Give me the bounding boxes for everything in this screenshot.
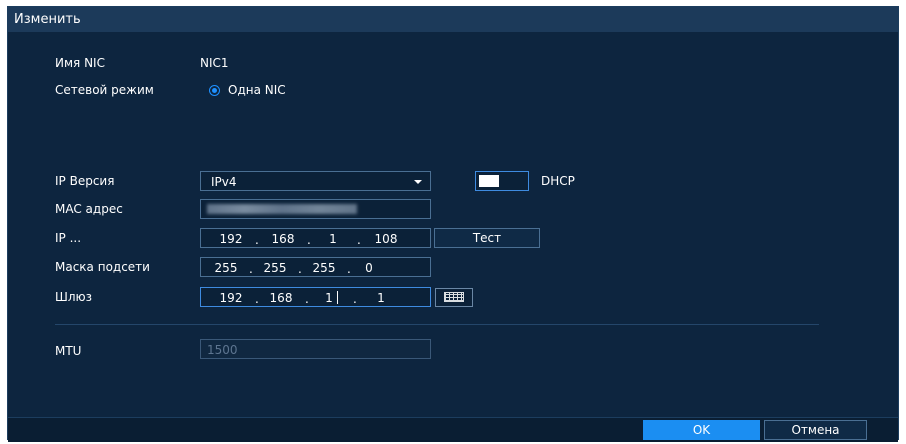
ok-button[interactable]: OK [643, 420, 760, 440]
ip-version-select[interactable]: IPv4 [200, 171, 431, 191]
subnet-octet-3[interactable]: 255 [304, 261, 344, 275]
edit-nic-dialog: Изменить Имя NIC NIC1 Сетевой режим Одна… [7, 6, 899, 442]
gateway-octet-3[interactable]: 1 [309, 291, 349, 305]
mtu-value: 1500 [207, 343, 238, 357]
mac-address-label: MAC адрес [55, 202, 123, 216]
dialog-title: Изменить [14, 12, 81, 27]
gateway-octet-1[interactable]: 192 [211, 291, 251, 305]
ip-version-label: IP Версия [55, 174, 115, 188]
network-mode-option[interactable]: Одна NIC [228, 83, 286, 97]
toggle-knob [479, 175, 499, 187]
ip-octet-3[interactable]: 1 [313, 232, 353, 246]
ip-address-field[interactable]: 192 . 168 . 1 . 108 [200, 228, 431, 248]
gateway-octet-2[interactable]: 168 [261, 291, 301, 305]
network-mode-label: Сетевой режим [55, 83, 154, 97]
subnet-mask-label: Маска подсети [55, 260, 150, 274]
dhcp-label: DHCP [541, 174, 575, 188]
dhcp-toggle[interactable] [475, 171, 529, 191]
text-cursor [337, 291, 338, 304]
keyboard-keys [444, 292, 464, 302]
gateway-octet-4[interactable]: 1 [361, 291, 401, 305]
ip-version-value: IPv4 [211, 175, 237, 189]
gateway-label: Шлюз [55, 290, 92, 304]
dialog-footer: OK Отмена [8, 417, 898, 442]
keyboard-icon[interactable] [435, 288, 473, 307]
ip-address-label: IP ... [55, 231, 82, 245]
subnet-octet-2[interactable]: 255 [255, 261, 295, 275]
ip-octet-1[interactable]: 192 [211, 232, 251, 246]
dialog-titlebar: Изменить [8, 7, 898, 32]
chevron-down-icon [414, 180, 422, 184]
subnet-octet-4[interactable]: 0 [349, 261, 389, 275]
test-button[interactable]: Тест [434, 228, 540, 248]
mtu-field: 1500 [200, 339, 431, 359]
mac-address-redacted [207, 204, 357, 214]
mac-address-field[interactable] [200, 199, 431, 219]
nic-name-label: Имя NIC [55, 56, 105, 70]
subnet-mask-field[interactable]: 255 . 255 . 255 . 0 [200, 257, 431, 277]
nic-name-value: NIC1 [200, 56, 229, 70]
mtu-label: MTU [55, 344, 82, 358]
gateway-field[interactable]: 192 . 168 . 1 . 1 [200, 287, 431, 307]
subnet-octet-1[interactable]: 255 [206, 261, 246, 275]
ip-octet-4[interactable]: 108 [366, 232, 406, 246]
section-divider [55, 324, 819, 325]
radio-selected-icon[interactable] [209, 85, 220, 96]
cancel-button[interactable]: Отмена [764, 420, 867, 440]
ip-octet-2[interactable]: 168 [263, 232, 303, 246]
